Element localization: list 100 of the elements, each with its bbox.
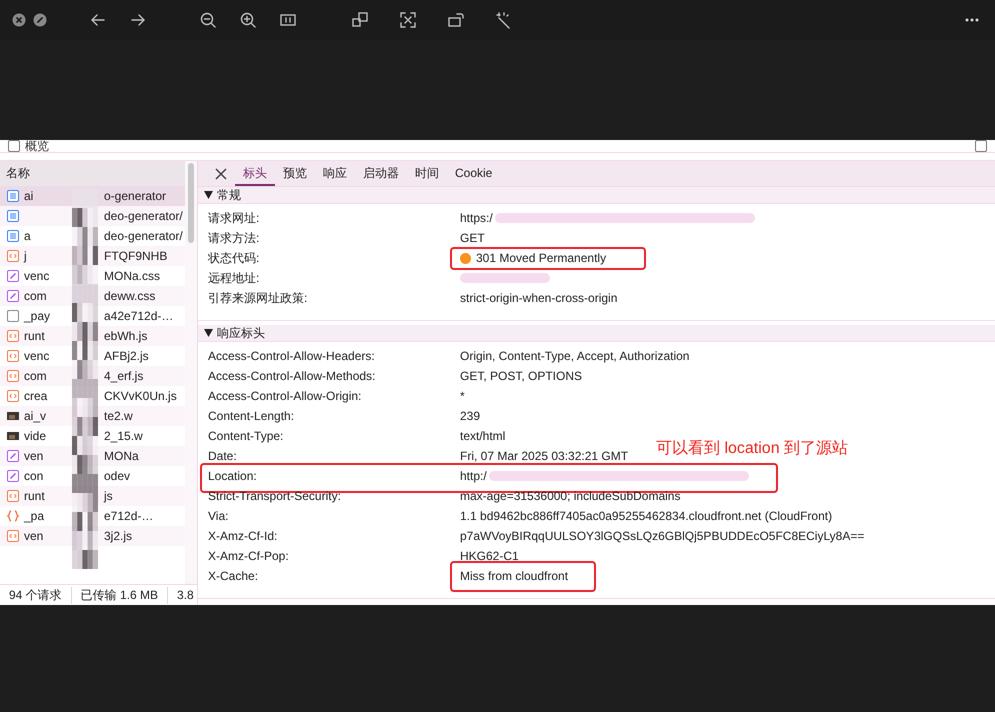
zoom-out-icon[interactable] [199, 11, 217, 29]
checkbox[interactable] [975, 140, 987, 152]
tab[interactable]: Cookie [447, 161, 500, 186]
section-header[interactable]: 常规 [198, 187, 995, 204]
file-name: AFBj2.js [104, 349, 149, 363]
header-value: 301 Moved Permanently [476, 251, 606, 265]
header-name: 引荐来源网址政策: [207, 290, 308, 306]
file-name: te2.w [104, 409, 133, 423]
file-name: _pay [24, 309, 52, 323]
tab[interactable]: 时间 [407, 161, 447, 186]
script-icon [6, 389, 20, 403]
header-name: Access-Control-Allow-Headers: [207, 349, 376, 363]
file-name: CKVvK0Un.js [104, 389, 177, 403]
file-name: com [24, 289, 48, 303]
file-name: a42e712d-… [104, 309, 174, 323]
header-name: Location: [207, 469, 258, 483]
file-name: j [24, 249, 28, 263]
file-icon [6, 309, 20, 323]
status-text: 已传输 1.6 MB [72, 586, 168, 604]
header-name: Via: [207, 509, 230, 523]
header-value: Miss from cloudfront [460, 569, 568, 583]
file-name: ebWh.js [104, 329, 148, 343]
file-name: runt [24, 489, 46, 503]
header-value: HKG62-C1 [460, 549, 519, 563]
header-name: 请求网址: [207, 210, 260, 226]
header-name: Content-Length: [207, 409, 296, 423]
header-name: X-Cache: [207, 569, 260, 583]
file-name: crea [24, 389, 48, 403]
script-icon [6, 329, 20, 343]
header-name: 状态代码: [207, 250, 260, 266]
file-name: 2_15.w [104, 429, 143, 443]
header-value: text/html [460, 429, 506, 443]
image-thumbnail-icon [6, 429, 20, 443]
file-name: ven [24, 529, 44, 543]
file-name: o-generator [104, 189, 166, 203]
script-icon [6, 529, 20, 543]
header-name: Access-Control-Allow-Methods: [207, 369, 376, 383]
header-value: http:/ [460, 469, 487, 483]
stylesheet-icon [6, 289, 20, 303]
circle-slash-icon[interactable] [31, 11, 49, 29]
file-name: js [104, 489, 113, 503]
document-icon [6, 189, 20, 203]
script-icon [6, 349, 20, 363]
header-value: max-age=31536000; includeSubDomains [460, 489, 680, 503]
header-name: Strict-Transport-Security: [207, 489, 342, 503]
file-name: _pa [24, 509, 46, 523]
stylesheet-icon [6, 469, 20, 483]
header-name: 请求方法: [207, 230, 260, 246]
tab[interactable]: 启动器 [355, 161, 407, 186]
file-name: vide [24, 429, 48, 443]
header-name: Access-Control-Allow-Origin: [207, 389, 362, 403]
header-value: * [460, 389, 465, 403]
header-name: Date: [207, 449, 238, 463]
file-name: 3j2.js [104, 529, 132, 543]
header-value: p7aWVoyBIRqqUULSOY3lGQSsLQz6GBlQj5PBUDDEcO5FC8ECiyLy8A== [460, 529, 864, 543]
header-value: 1.1 bd9462bc886ff7405ac0a95255462834.cloudfront.net (CloudFront) [460, 509, 832, 523]
file-name: venc [24, 269, 50, 283]
zoom-in-icon[interactable] [239, 11, 257, 29]
header-value: Fri, 07 Mar 2025 03:32:21 GMT [460, 449, 628, 463]
file-name: runt [24, 329, 46, 343]
triangle-icon [204, 329, 213, 337]
file-name: ven [24, 449, 44, 463]
file-name: com [24, 369, 48, 383]
translate-icon[interactable] [351, 11, 369, 29]
header-value: strict-origin-when-cross-origin [460, 291, 618, 305]
file-name: ai_v [24, 409, 48, 423]
header-value: 239 [460, 409, 480, 423]
scrollbar[interactable] [185, 161, 197, 584]
tab[interactable]: 预览 [275, 161, 315, 186]
section-title: 响应标头 [217, 324, 265, 342]
header-value: GET, POST, OPTIONS [460, 369, 582, 383]
text-scan-icon[interactable] [399, 11, 417, 29]
checkbox-label: 概览 [25, 140, 49, 152]
braces-icon [6, 509, 20, 523]
close-icon[interactable] [10, 11, 28, 29]
section-title: 常规 [217, 186, 241, 204]
stylesheet-icon [6, 449, 20, 463]
status-text: 94 个请求 [0, 586, 72, 604]
script-icon [6, 369, 20, 383]
header-value: Origin, Content-Type, Accept, Authorization [460, 349, 690, 363]
file-name: venc [24, 349, 50, 363]
rotate-icon[interactable] [447, 11, 465, 29]
file-name: deww.css [104, 289, 156, 303]
column-header[interactable]: 名称 [0, 161, 185, 186]
file-name: a [24, 229, 32, 243]
file-name: MONa.css [104, 269, 160, 283]
header-name: X-Amz-Cf-Id: [207, 529, 278, 543]
file-name: con [24, 469, 44, 483]
section-header[interactable]: 响应标头 [198, 325, 995, 342]
document-icon [6, 229, 20, 243]
checkbox[interactable] [8, 140, 20, 152]
file-name: deo-generator/ [104, 209, 183, 223]
image-thumbnail-icon [6, 409, 20, 423]
script-icon [6, 249, 20, 263]
header-name: Content-Type: [207, 429, 284, 443]
tab[interactable]: 响应 [315, 161, 355, 186]
close-icon[interactable] [215, 168, 227, 180]
header-name: X-Amz-Cf-Pop: [207, 549, 290, 563]
header-name: 远程地址: [207, 270, 260, 286]
file-name: e712d-… [104, 509, 154, 523]
